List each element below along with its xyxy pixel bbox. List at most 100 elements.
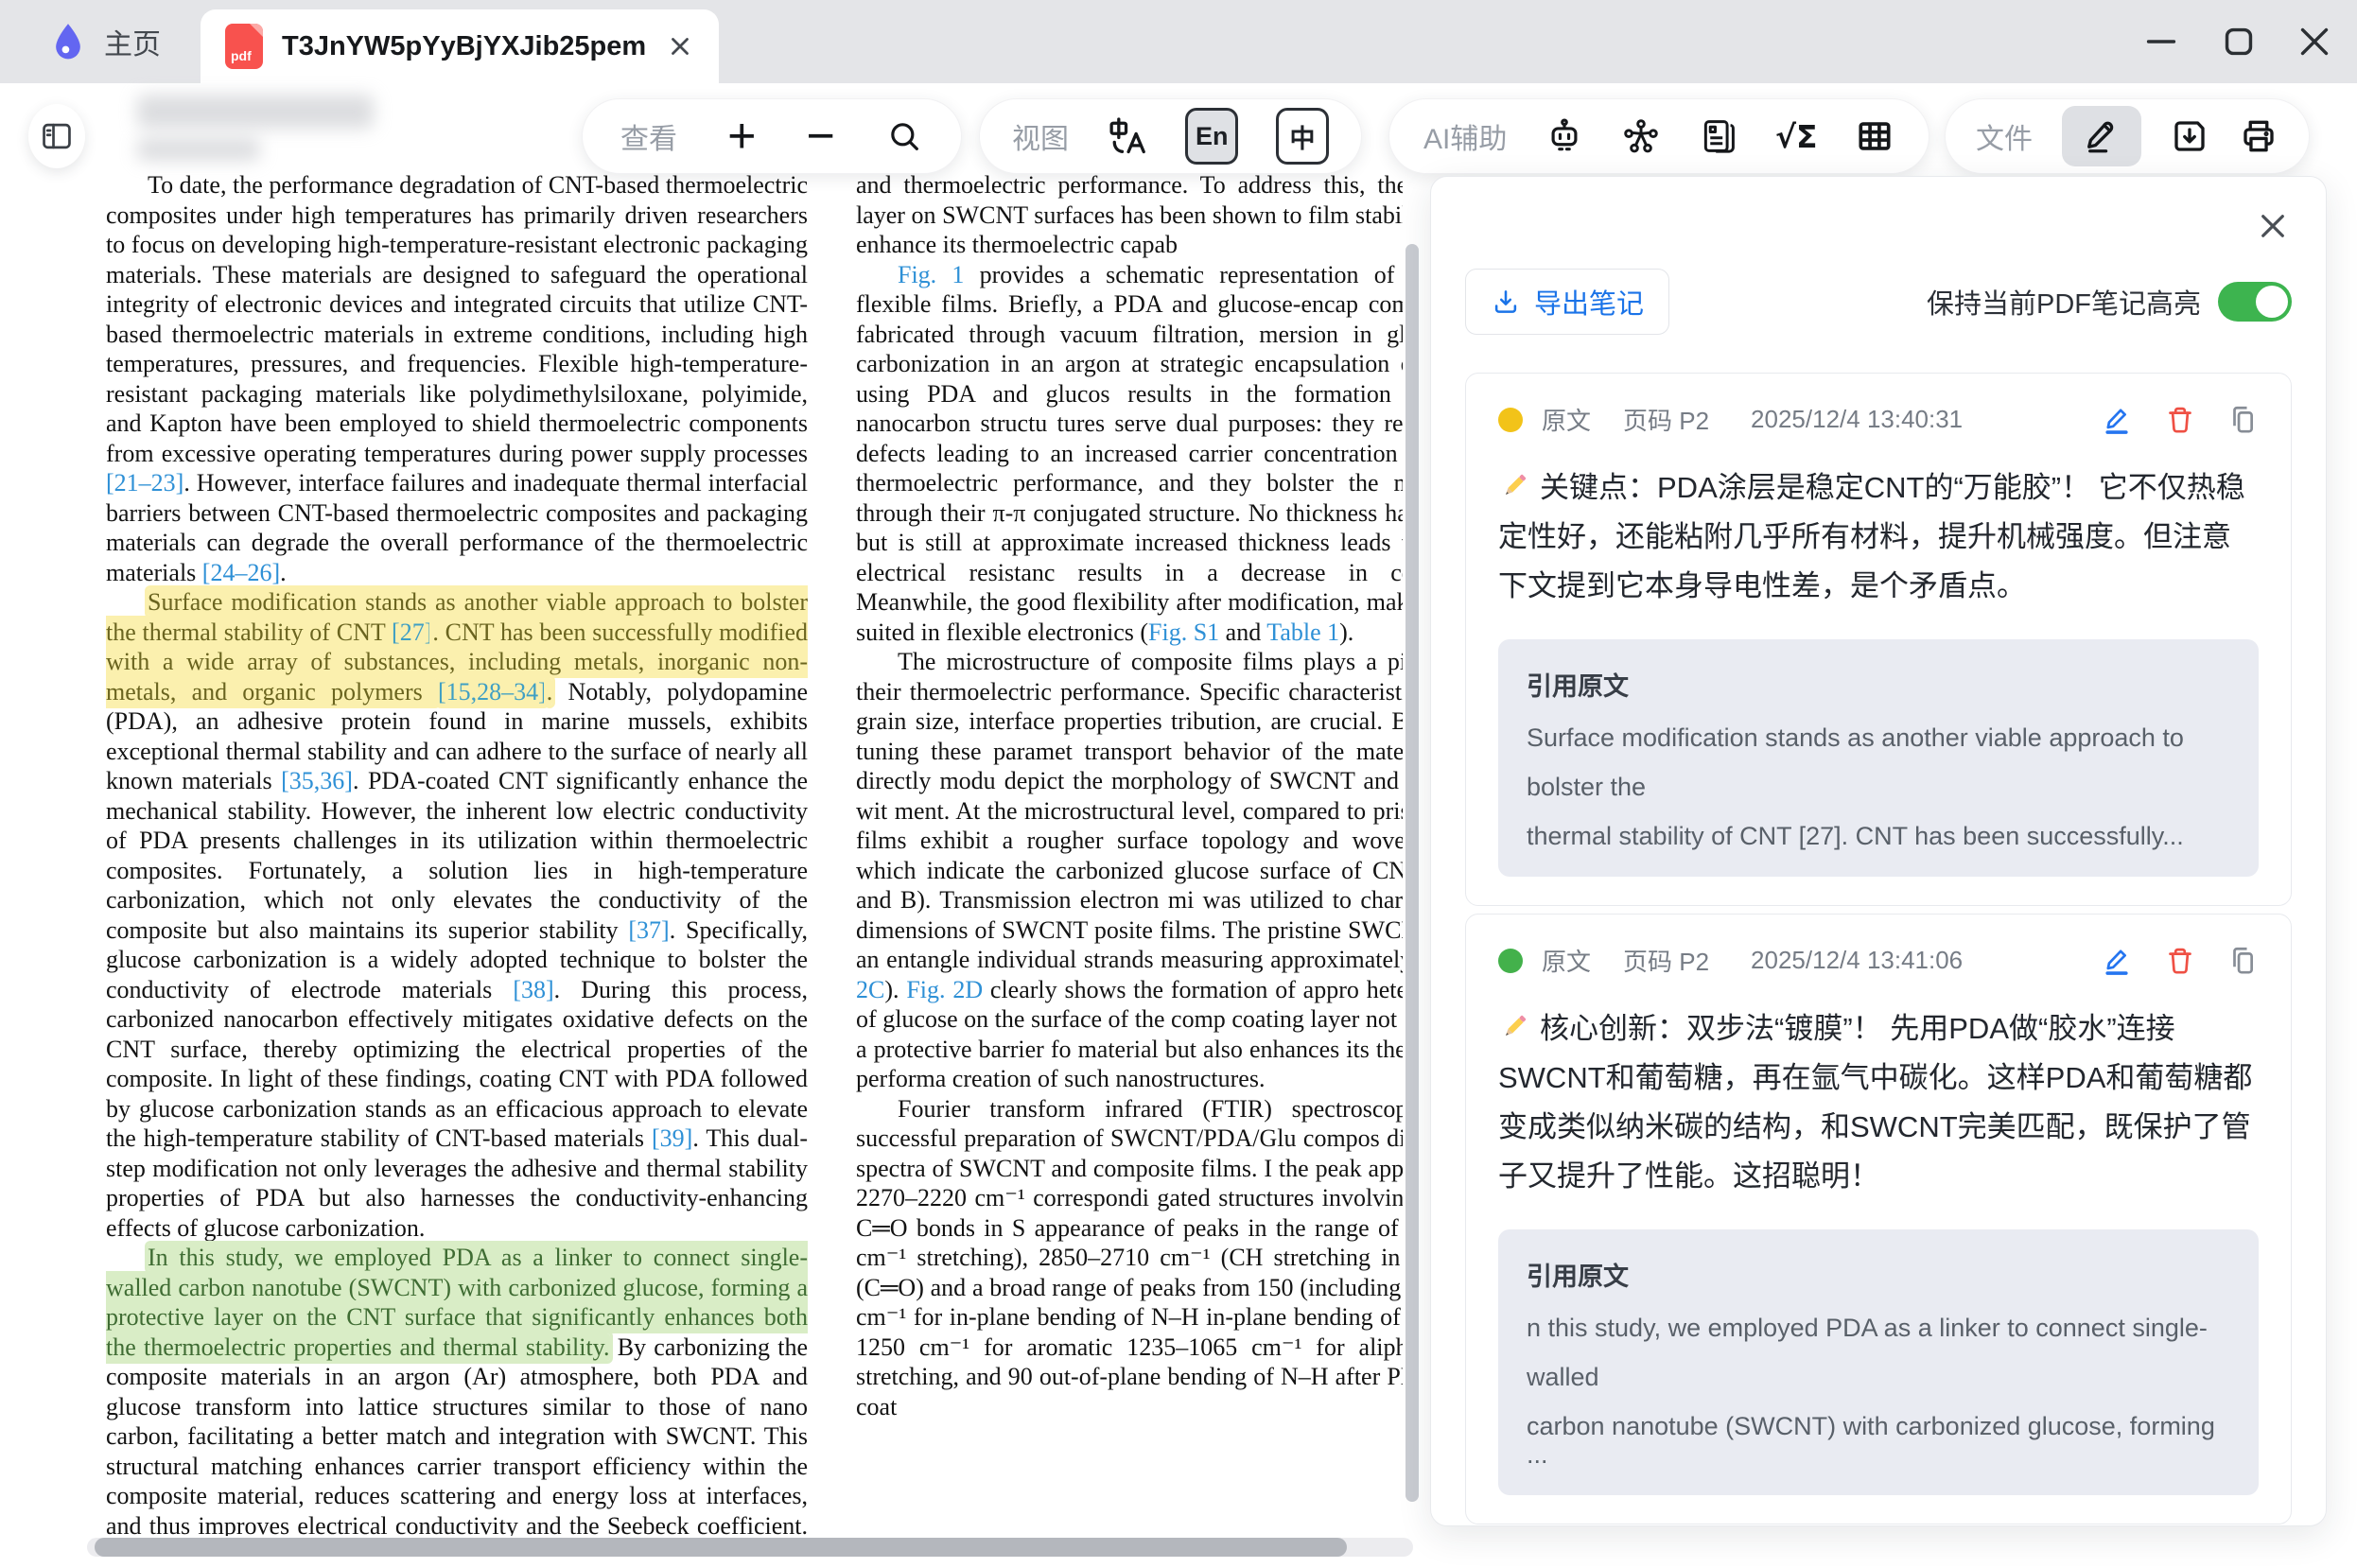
file-group-label: 文件 [1976, 115, 2033, 157]
note-card: 原文 页码 P2 2025/12/4 13:41:06 核心创新：双步法“镀膜 [1465, 914, 2292, 1524]
quote-block: 引用原文 Surface modification stands as anot… [1498, 639, 2259, 877]
citation-link[interactable]: [35,36] [281, 767, 353, 794]
ai-toolbar-group: AI辅助 √Σ [1388, 98, 1929, 174]
pdf-tab[interactable]: pdf T3JnYW5pYyBjYXJib25pem... [201, 9, 719, 83]
math-formula-button[interactable]: √Σ [1775, 118, 1818, 155]
paragraph: Fourier transform infrared (FTIR) spectr… [856, 1094, 1403, 1422]
body-text: and thermoelectric performance. To addre… [856, 171, 1403, 258]
search-icon [885, 117, 923, 155]
tab-close-button[interactable] [666, 32, 694, 61]
body-text: provides a schematic representation of t… [856, 261, 1403, 646]
citation-link[interactable]: [38] [513, 976, 553, 1003]
window-minimize-button[interactable] [2139, 0, 2183, 83]
horizontal-scrollbar-thumb[interactable] [95, 1538, 1347, 1557]
zoom-in-button[interactable]: + [727, 112, 756, 161]
quote-line: walled [1527, 1363, 2230, 1391]
home-tab-label: 主页 [104, 21, 161, 62]
home-tab[interactable]: 主页 [47, 0, 161, 83]
keep-highlight-toggle[interactable] [2218, 282, 2292, 322]
layout-group-label: 视图 [1012, 115, 1069, 157]
citation-link[interactable]: [37] [628, 916, 669, 944]
edit-note-button[interactable] [2102, 945, 2134, 977]
print-icon [2239, 116, 2278, 156]
search-button[interactable] [885, 117, 923, 155]
app-logo-icon [47, 19, 89, 64]
citation-link[interactable]: [21–23] [106, 469, 183, 497]
sidebar-toggle-button[interactable] [28, 104, 85, 168]
ai-group-label: AI辅助 [1423, 115, 1507, 157]
knowledge-graph-button[interactable] [1621, 116, 1661, 156]
body-text: To date, the performance degradation of … [106, 171, 808, 467]
toolbar: 查看 + − 视图 En 中 AI辅助 [0, 91, 2357, 182]
save-icon [2170, 116, 2209, 156]
lang-en-button[interactable]: En [1185, 108, 1238, 165]
pencil-emoji [1498, 470, 1530, 502]
maximize-icon [2217, 20, 2261, 63]
translate-icon [1107, 115, 1148, 157]
horizontal-scrollbar-track[interactable] [87, 1538, 1413, 1557]
zoom-out-button[interactable]: − [807, 112, 835, 161]
citation-link[interactable]: [39] [652, 1124, 692, 1152]
citation-link[interactable]: Fig. S1 [1148, 618, 1219, 646]
quote-line: thermal stability of CNT [27]. CNT has b… [1527, 822, 2230, 850]
close-icon [2293, 20, 2336, 63]
export-notes-button[interactable]: 导出笔记 [1465, 269, 1669, 335]
window-close-button[interactable] [2293, 0, 2336, 83]
edit-note-button[interactable] [2102, 404, 2134, 436]
paragraph: Surface modification stands as another v… [106, 587, 808, 1243]
sidebar-icon [39, 118, 75, 154]
paragraph: The microstructure of composite films pl… [856, 647, 1403, 1094]
quote-line: bolster the [1527, 773, 2230, 801]
print-button[interactable] [2239, 116, 2278, 156]
view-toolbar-group: 查看 + − [582, 98, 962, 174]
save-download-button[interactable] [2170, 116, 2209, 156]
annotate-pen-button[interactable] [2062, 106, 2141, 166]
delete-note-button[interactable] [2164, 404, 2196, 436]
copy-icon [2226, 404, 2259, 436]
keep-highlight-label: 保持当前PDF笔记高亮 [1927, 282, 2201, 322]
note-card-header: 原文 页码 P2 2025/12/4 13:40:31 [1498, 402, 2259, 437]
layout-toolbar-group: 视图 En 中 [979, 98, 1362, 174]
note-card: 原文 页码 P2 2025/12/4 13:40:31 关键点：PDA涂层是稳 [1465, 373, 2292, 906]
citation-link[interactable]: Fig. 2D [906, 976, 983, 1003]
table-grid-button[interactable] [1855, 116, 1894, 156]
note-body: 关键点：PDA涂层是稳定CNT的“万能胶”！ 它不仅热稳定性好，还能粘附几乎所有… [1498, 463, 2259, 611]
outline-notes-button[interactable] [1699, 116, 1738, 156]
paragraph: Fig. 1 provides a schematic representati… [856, 260, 1403, 648]
vertical-scrollbar[interactable] [1405, 244, 1419, 1502]
edit-pen-icon [2102, 404, 2134, 436]
outline-icon [1699, 116, 1738, 156]
lang-zh-button[interactable]: 中 [1276, 108, 1329, 165]
notes-panel-header: 导出笔记 保持当前PDF笔记高亮 [1465, 268, 2292, 336]
minimize-icon [2139, 20, 2183, 63]
toggle-knob [2256, 286, 2288, 318]
pencil-emoji [1498, 1011, 1530, 1043]
window-maximize-button[interactable] [2217, 0, 2261, 83]
highlighted-text[interactable]: [15,28–34] [438, 678, 547, 706]
citation-link[interactable]: Table 1 [1266, 618, 1339, 646]
note-page-label: 页码 P2 [1623, 943, 1709, 978]
panel-close-button[interactable] [2252, 205, 2294, 247]
file-toolbar-group: 文件 [1945, 98, 2310, 174]
view-group-label: 查看 [620, 115, 677, 157]
citation-link[interactable]: [24–26] [202, 559, 280, 586]
copy-note-button[interactable] [2226, 945, 2259, 977]
ai-robot-button[interactable] [1545, 116, 1584, 156]
body-text: ). [1339, 618, 1353, 646]
copy-icon [2226, 945, 2259, 977]
copy-note-button[interactable] [2226, 404, 2259, 436]
body-text: By carbonizing the composite materials i… [106, 1333, 808, 1537]
translate-button[interactable] [1107, 115, 1148, 157]
highlighted-text[interactable]: [27] [392, 618, 432, 646]
body-text: and [1219, 618, 1266, 646]
delete-note-button[interactable] [2164, 945, 2196, 977]
note-body: 核心创新：双步法“镀膜”！ 先用PDA做“胶水”连接SWCNT和葡萄糖，再在氩气… [1498, 1004, 2259, 1201]
body-text: ). [884, 976, 906, 1003]
grid-icon [1855, 116, 1894, 156]
highlight-color-dot [1498, 949, 1523, 973]
tab-bar: 主页 pdf T3JnYW5pYyBjYXJib25pem... [0, 0, 2357, 83]
pen-icon [2082, 116, 2121, 156]
paragraph: and thermoelectric performance. To addre… [856, 170, 1403, 260]
quote-line: Surface modification stands as another v… [1527, 723, 2230, 752]
citation-link[interactable]: Fig. 1 [898, 261, 964, 288]
